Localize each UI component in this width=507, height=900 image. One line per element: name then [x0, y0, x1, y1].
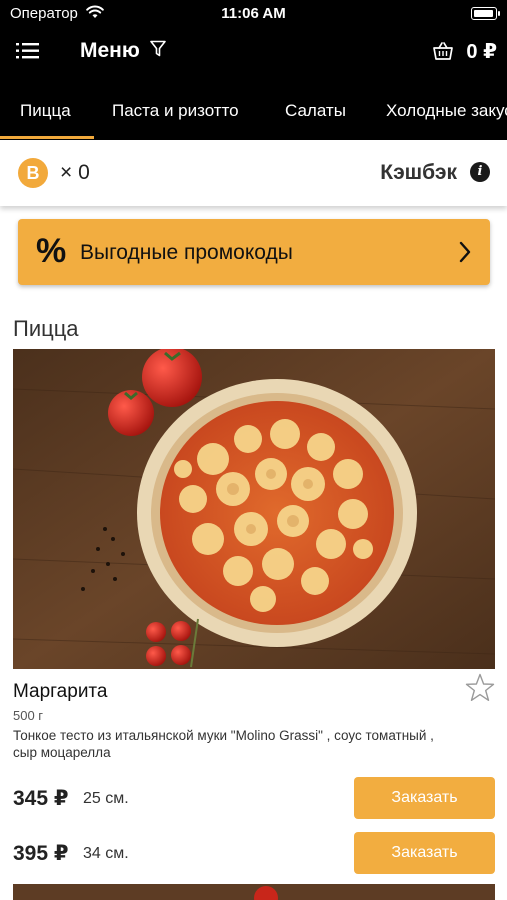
next-product-image[interactable] [13, 884, 495, 900]
cashback-bar[interactable]: B × 0 Кэшбэк i [0, 140, 507, 206]
tab-pizza[interactable]: Пицца [20, 101, 71, 121]
percent-icon: % [36, 232, 67, 270]
info-icon[interactable]: i [470, 162, 490, 182]
basket-icon [433, 42, 454, 60]
tab-salads[interactable]: Салаты [285, 101, 346, 121]
star-icon[interactable] [464, 672, 496, 704]
variant-row: 395 ₽ 34 см. Заказать [13, 832, 495, 874]
menu-icon[interactable] [16, 40, 42, 62]
cart-total: 0 ₽ [466, 40, 497, 63]
page-title: Меню [80, 39, 140, 62]
promo-codes-button[interactable]: % Выгодные промокоды [18, 219, 490, 285]
coin-count: × 0 [60, 161, 90, 184]
order-button[interactable]: Заказать [354, 832, 495, 874]
cashback-label: Кэшбэк [380, 161, 457, 184]
variant-price: 395 ₽ [13, 842, 69, 865]
variant-row: 345 ₽ 25 см. Заказать [13, 777, 495, 819]
variant-size: 34 см. [83, 845, 129, 862]
battery-icon [471, 7, 500, 20]
promo-label: Выгодные промокоды [80, 241, 293, 264]
nav-bar: Меню 0 ₽ [0, 28, 507, 76]
variant-size: 25 см. [83, 790, 129, 807]
product-name: Маргарита [13, 681, 108, 702]
active-tab-indicator [0, 136, 94, 139]
coin-icon: B [18, 158, 48, 188]
cart-button[interactable]: 0 ₽ [432, 36, 497, 66]
product-image[interactable] [13, 349, 495, 669]
status-bar: Оператор 11:06 AM [0, 0, 507, 28]
tab-pasta[interactable]: Паста и ризотто [112, 101, 239, 121]
filter-icon[interactable] [150, 40, 166, 58]
order-button[interactable]: Заказать [354, 777, 495, 819]
clock: 11:06 AM [221, 5, 286, 22]
variant-price: 345 ₽ [13, 787, 69, 810]
product-weight: 500 г [13, 708, 44, 723]
category-tabs: Пицца Паста и ризотто Салаты Холодные за… [0, 76, 507, 140]
tab-cold-snacks[interactable]: Холодные закуски [386, 101, 507, 121]
section-title: Пицца [13, 316, 79, 341]
product-description: Тонкое тесто из итальянской муки "Molino… [13, 728, 434, 760]
chevron-right-icon [459, 241, 471, 263]
